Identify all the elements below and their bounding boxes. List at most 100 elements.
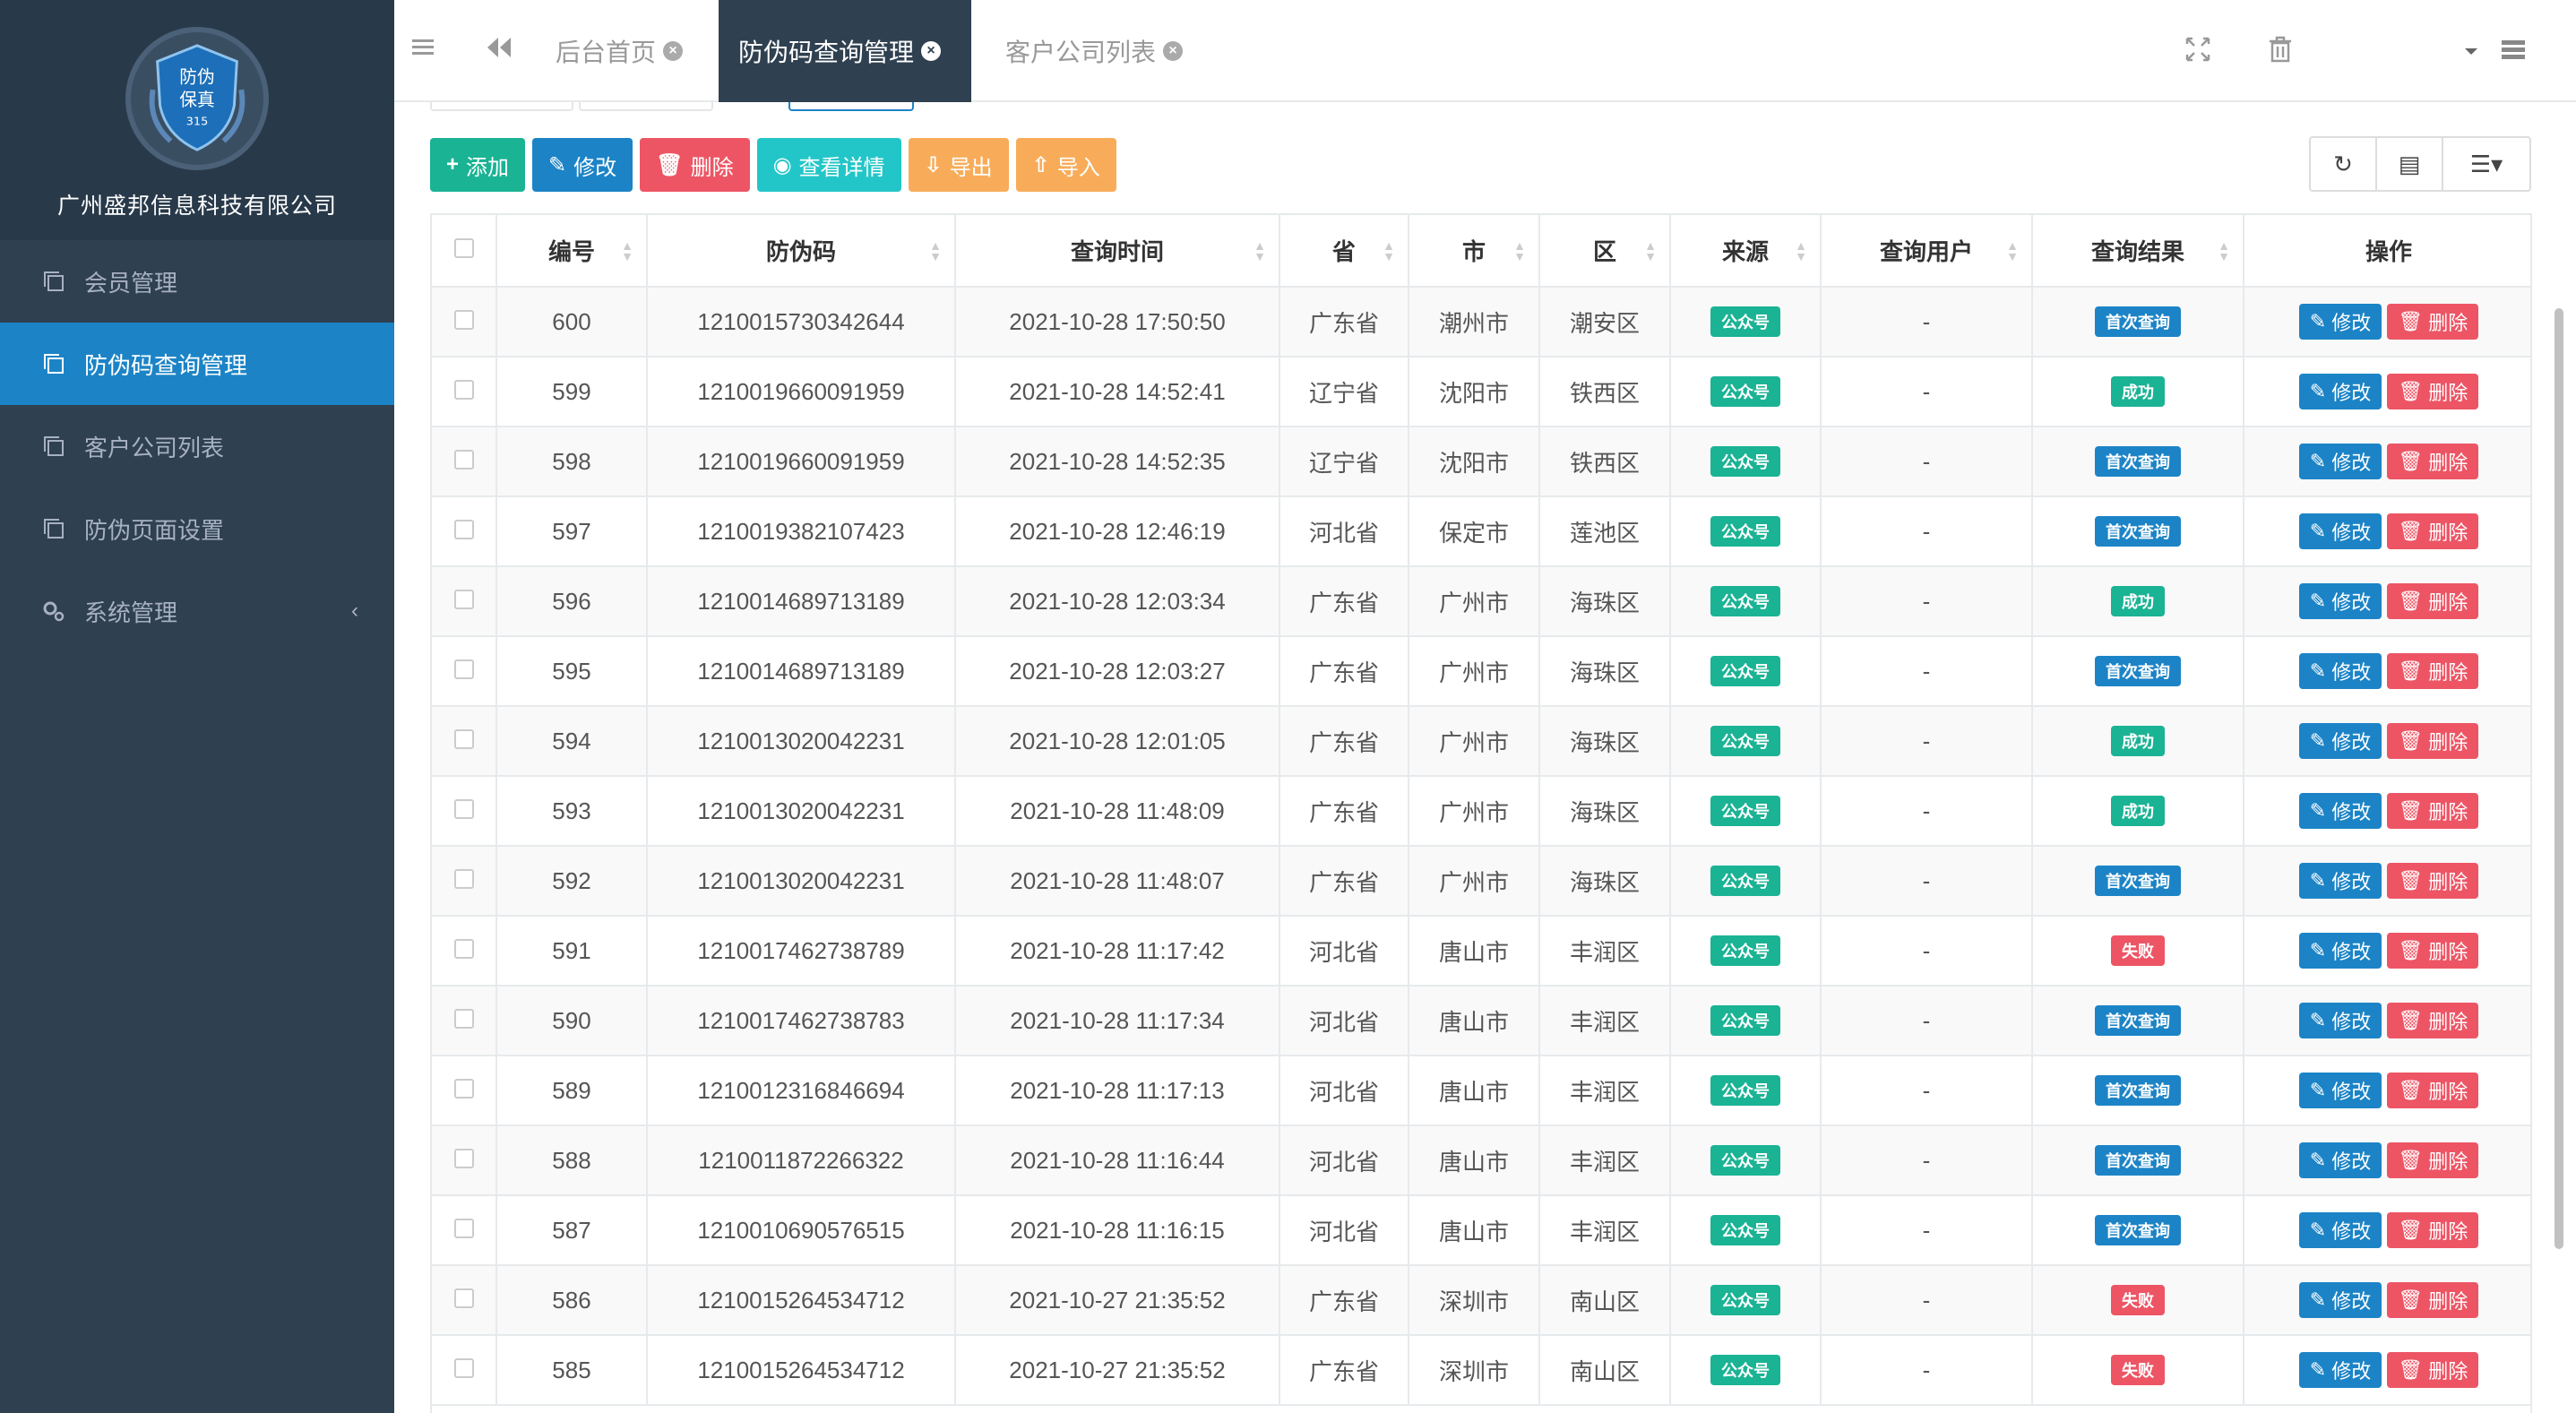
tabs-scroll-left-icon[interactable] — [484, 36, 516, 59]
row-edit-button[interactable]: ✎ 修改 — [2298, 653, 2382, 689]
row-edit-button[interactable]: ✎ 修改 — [2298, 1352, 2382, 1388]
row-edit-button[interactable]: ✎ 修改 — [2298, 723, 2382, 759]
row-delete-button[interactable]: 🗑 删除 — [2387, 513, 2479, 549]
table-row[interactable]: 586 1210015264534712 2021-10-27 21:35:52 广东… — [432, 1265, 2530, 1336]
tab-anti-fake-query[interactable]: 防伪码查询管理 × — [719, 0, 971, 102]
row-delete-button[interactable]: 🗑 删除 — [2387, 1142, 2479, 1178]
header-source[interactable]: 来源 ▲ ▼ — [1670, 215, 1822, 288]
row-checkbox[interactable] — [453, 1078, 474, 1099]
row-checkbox[interactable] — [453, 798, 474, 819]
sidebar-item-client-companies[interactable]: 客户公司列表 — [0, 405, 394, 487]
table-row[interactable]: 585 1210015264534712 2021-10-27 21:35:52 广东… — [432, 1335, 2530, 1406]
tab-client-companies[interactable]: 客户公司列表 × — [986, 0, 1202, 102]
row-delete-button[interactable]: 🗑 删除 — [2387, 374, 2479, 409]
row-delete-button[interactable]: 🗑 删除 — [2387, 1073, 2479, 1108]
sidebar-item-page-settings[interactable]: 防伪页面设置 — [0, 487, 394, 570]
close-icon[interactable]: × — [1163, 41, 1184, 61]
menu-toggle-icon[interactable] — [410, 34, 437, 61]
view-detail-button[interactable]: ◉ 查看详情 — [756, 138, 901, 192]
row-edit-button[interactable]: ✎ 修改 — [2298, 1212, 2382, 1248]
row-edit-button[interactable]: ✎ 修改 — [2298, 933, 2382, 969]
row-edit-button[interactable]: ✎ 修改 — [2298, 513, 2382, 549]
row-edit-button[interactable]: ✎ 修改 — [2298, 583, 2382, 619]
row-edit-button[interactable]: ✎ 修改 — [2298, 444, 2382, 479]
row-delete-button[interactable]: 🗑 删除 — [2387, 793, 2479, 829]
sidebar-item-members[interactable]: 会员管理 — [0, 240, 394, 323]
sidebar-item-anti-fake-query[interactable]: 防伪码查询管理 — [0, 323, 394, 405]
row-edit-button[interactable]: ✎ 修改 — [2298, 863, 2382, 899]
row-delete-button[interactable]: 🗑 删除 — [2387, 653, 2479, 689]
fullscreen-icon[interactable] — [2184, 36, 2211, 63]
table-row[interactable]: 594 1210013020042231 2021-10-28 12:01:05 广东… — [432, 706, 2530, 777]
row-delete-button[interactable]: 🗑 删除 — [2387, 1282, 2479, 1318]
row-edit-button[interactable]: ✎ 修改 — [2298, 304, 2382, 340]
row-checkbox[interactable] — [453, 868, 474, 889]
row-delete-button[interactable]: 🗑 删除 — [2387, 304, 2479, 340]
close-icon[interactable]: × — [921, 41, 942, 61]
header-result[interactable]: 查询结果 ▲ ▼ — [2032, 215, 2244, 288]
row-checkbox[interactable] — [453, 379, 474, 400]
row-checkbox[interactable] — [453, 1357, 474, 1378]
caret-down-icon[interactable] — [2462, 36, 2480, 63]
table-row[interactable]: 600 1210015730342644 2021-10-28 17:50:50 广东… — [432, 287, 2530, 358]
row-delete-button[interactable]: 🗑 删除 — [2387, 863, 2479, 899]
table-row[interactable]: 590 1210017462738783 2021-10-28 11:17:34 河北… — [432, 986, 2530, 1056]
row-delete-button[interactable]: 🗑 删除 — [2387, 444, 2479, 479]
table-row[interactable]: 595 1210014689713189 2021-10-28 12:03:27 广东… — [432, 636, 2530, 707]
import-button[interactable]: ⇧ 导入 — [1015, 138, 1116, 192]
table-row[interactable]: 592 1210013020042231 2021-10-28 11:48:07 广东… — [432, 846, 2530, 917]
row-edit-button[interactable]: ✎ 修改 — [2298, 1003, 2382, 1038]
row-edit-button[interactable]: ✎ 修改 — [2298, 1282, 2382, 1318]
row-checkbox[interactable] — [453, 449, 474, 470]
trash-icon[interactable] — [2267, 36, 2294, 63]
row-edit-button[interactable]: ✎ 修改 — [2298, 793, 2382, 829]
header-city[interactable]: 市 ▲ ▼ — [1409, 215, 1540, 288]
delete-button[interactable]: 🗑 删除 — [640, 138, 750, 192]
add-button[interactable]: + 添加 — [430, 138, 526, 192]
row-checkbox[interactable] — [453, 1288, 474, 1308]
edit-button[interactable]: ✎ 修改 — [532, 138, 633, 192]
row-checkbox[interactable] — [453, 519, 474, 539]
toggle-view-button[interactable]: ▤ — [2377, 138, 2443, 190]
table-row[interactable]: 589 1210012316846694 2021-10-28 11:17:13 河北… — [432, 1055, 2530, 1126]
row-delete-button[interactable]: 🗑 删除 — [2387, 1212, 2479, 1248]
header-time[interactable]: 查询时间 ▲ ▼ — [955, 215, 1280, 288]
header-id[interactable]: 编号 ▲ ▼ — [496, 215, 648, 288]
row-checkbox[interactable] — [453, 938, 474, 959]
close-icon[interactable]: × — [663, 41, 684, 61]
row-checkbox[interactable] — [453, 1218, 474, 1238]
table-row[interactable]: 597 1210019382107423 2021-10-28 12:46:19 河北… — [432, 496, 2530, 567]
row-checkbox[interactable] — [453, 589, 474, 609]
row-edit-button[interactable]: ✎ 修改 — [2298, 374, 2382, 409]
header-district[interactable]: 区 ▲ ▼ — [1539, 215, 1671, 288]
vertical-scrollbar[interactable] — [2554, 308, 2563, 1249]
columns-dropdown[interactable]: ☰▾ — [2443, 138, 2529, 190]
list-menu-icon[interactable] — [2500, 36, 2527, 63]
row-checkbox[interactable] — [453, 728, 474, 749]
table-row[interactable]: 598 1210019660091959 2021-10-28 14:52:35 辽宁… — [432, 426, 2530, 497]
row-delete-button[interactable]: 🗑 删除 — [2387, 1352, 2479, 1388]
row-edit-button[interactable]: ✎ 修改 — [2298, 1142, 2382, 1178]
row-delete-button[interactable]: 🗑 删除 — [2387, 1003, 2479, 1038]
header-user[interactable]: 查询用户 ▲ ▼ — [1821, 215, 2033, 288]
table-row[interactable]: 587 1210010690576515 2021-10-28 11:16:15 河北… — [432, 1195, 2530, 1266]
table-row[interactable]: 591 1210017462738789 2021-10-28 11:17:42 河北… — [432, 916, 2530, 987]
tab-dashboard[interactable]: 后台首页 × — [536, 0, 702, 102]
row-checkbox[interactable] — [453, 1008, 474, 1029]
sidebar-item-system[interactable]: 系统管理 ‹ — [0, 570, 394, 652]
table-row[interactable]: 596 1210014689713189 2021-10-28 12:03:34 广东… — [432, 566, 2530, 637]
row-delete-button[interactable]: 🗑 删除 — [2387, 723, 2479, 759]
header-code[interactable]: 防伪码 ▲ ▼ — [647, 215, 956, 288]
table-row[interactable]: 593 1210013020042231 2021-10-28 11:48:09 广东… — [432, 776, 2530, 847]
row-checkbox[interactable] — [453, 1148, 474, 1168]
row-edit-button[interactable]: ✎ 修改 — [2298, 1073, 2382, 1108]
select-all-checkbox[interactable] — [453, 238, 474, 258]
row-checkbox[interactable] — [453, 309, 474, 330]
table-row[interactable]: 588 1210011872266322 2021-10-28 11:16:44 河北… — [432, 1125, 2530, 1196]
refresh-button[interactable]: ↻ — [2311, 138, 2377, 190]
row-delete-button[interactable]: 🗑 删除 — [2387, 583, 2479, 619]
table-row[interactable]: 599 1210019660091959 2021-10-28 14:52:41 辽宁… — [432, 357, 2530, 427]
header-province[interactable]: 省 ▲ ▼ — [1279, 215, 1409, 288]
row-checkbox[interactable] — [453, 659, 474, 679]
row-delete-button[interactable]: 🗑 删除 — [2387, 933, 2479, 969]
